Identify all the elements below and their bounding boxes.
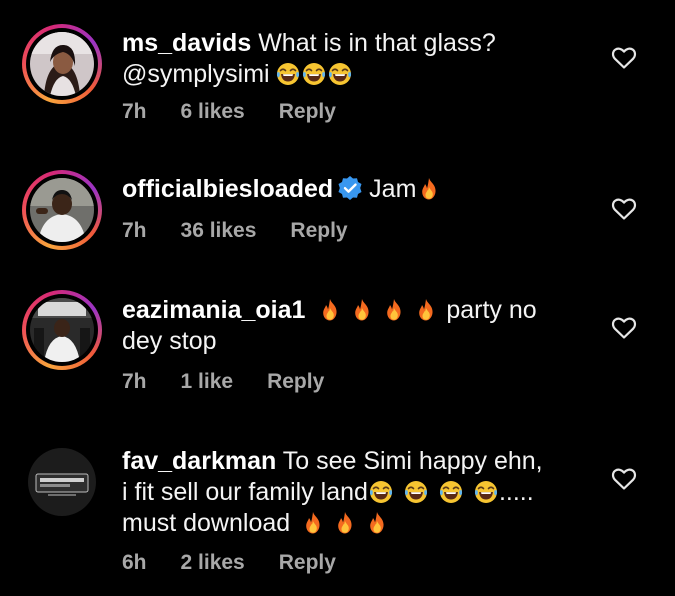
laughing-emoji-icon: [328, 62, 352, 86]
avatar[interactable]: [22, 170, 102, 250]
comment-body-continued: i fit sell our family land: [122, 478, 368, 506]
fire-emoji-icon: [333, 511, 357, 535]
comment-body: To see Simi happy ehn,: [282, 447, 543, 475]
fire-emoji-icon: [301, 511, 325, 535]
fire-emoji-icon: [318, 298, 342, 322]
heart-outline-icon[interactable]: [611, 467, 637, 491]
reply-button[interactable]: Reply: [279, 100, 336, 123]
heart-outline-icon[interactable]: [611, 197, 637, 221]
comment-text: fav_darkman To see Simi happy ehn, i fit…: [122, 446, 572, 539]
laughing-emoji-icon: [302, 62, 326, 86]
comment-meta: 6h 2 likes Reply: [122, 551, 370, 575]
avatar[interactable]: [22, 290, 102, 370]
comment-body: party no: [446, 296, 537, 324]
avatar-image: [30, 178, 94, 242]
comment-body: What is in that glass?: [258, 29, 496, 57]
comment-username[interactable]: ms_davids: [122, 29, 251, 57]
avatar-image: [30, 32, 94, 96]
heart-outline-icon[interactable]: [611, 46, 637, 70]
comment-meta: 7h 1 like Reply: [122, 370, 358, 394]
reply-button[interactable]: Reply: [279, 551, 336, 574]
heart-outline-icon[interactable]: [611, 316, 637, 340]
laughing-emoji-icon: [404, 480, 428, 504]
fire-emoji-icon: [365, 511, 389, 535]
comment-meta: 7h 6 likes Reply: [122, 100, 370, 124]
comment-likes[interactable]: 36 likes: [181, 219, 257, 242]
avatar[interactable]: [22, 24, 102, 104]
comment-username[interactable]: eazimania_oia1: [122, 296, 305, 324]
comment-body-continued: must download: [122, 509, 291, 537]
comment-meta: 7h 36 likes Reply: [122, 219, 382, 243]
fire-emoji-icon: [382, 298, 406, 322]
comment-body: Jam: [369, 175, 417, 203]
comment-likes[interactable]: 2 likes: [181, 551, 245, 574]
verified-badge-icon: [338, 176, 362, 200]
laughing-emoji-icon: [474, 480, 498, 504]
comment-time: 7h: [122, 370, 147, 393]
comment-time: 6h: [122, 551, 147, 574]
comment-time: 7h: [122, 219, 147, 242]
comment-likes[interactable]: 6 likes: [181, 100, 245, 123]
comment-text: eazimania_oia1 party no dey stop: [122, 295, 572, 357]
fire-emoji-icon: [417, 177, 441, 201]
comment-username[interactable]: fav_darkman: [122, 447, 276, 475]
laughing-emoji-icon: [276, 62, 300, 86]
comment-body-continued: dey stop: [122, 327, 217, 355]
laughing-emoji-icon: [369, 480, 393, 504]
laughing-emoji-icon: [439, 480, 463, 504]
avatar[interactable]: [22, 442, 102, 522]
avatar-image: [30, 298, 94, 362]
comment-ellipsis: .....: [498, 478, 534, 506]
reply-button[interactable]: Reply: [267, 370, 324, 393]
mention-link[interactable]: @symplysimi: [122, 60, 270, 88]
fire-emoji-icon: [414, 298, 438, 322]
comment-text: officialbiesloaded Jam: [122, 174, 572, 205]
comment-likes[interactable]: 1 like: [181, 370, 234, 393]
reply-button[interactable]: Reply: [290, 219, 347, 242]
comment-text: ms_davids What is in that glass? @symply…: [122, 28, 572, 90]
comment-time: 7h: [122, 100, 147, 123]
comment-username[interactable]: officialbiesloaded: [122, 175, 333, 203]
fire-emoji-icon: [350, 298, 374, 322]
avatar-image: [28, 448, 96, 516]
